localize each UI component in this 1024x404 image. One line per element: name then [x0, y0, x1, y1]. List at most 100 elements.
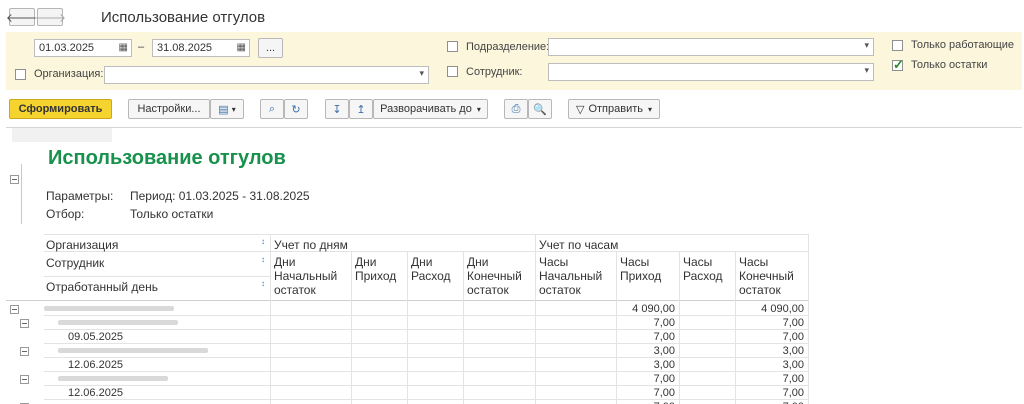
window-title: Использование отгулов: [101, 9, 266, 26]
chevron-down-icon[interactable]: ▾: [864, 40, 869, 51]
column-header[interactable]: Дни Расход: [411, 255, 451, 283]
group-hours: Учет по часам: [539, 238, 619, 252]
row-divider: [44, 357, 808, 358]
hours-end-balance-cell: 7,00: [782, 317, 804, 329]
only-working-checkbox[interactable]: [892, 40, 903, 51]
group-days: Учет по дням: [274, 238, 348, 252]
column-header-line: Расход: [683, 269, 723, 283]
row-divider: [44, 315, 808, 316]
column-header-line: Конечный: [739, 269, 794, 283]
col-employee[interactable]: Сотрудник: [46, 256, 104, 270]
employee-input[interactable]: ▾: [548, 63, 874, 81]
column-header-line: Расход: [411, 269, 451, 283]
send-icon: ▽: [575, 103, 585, 116]
column-header-line: Дни: [355, 255, 377, 269]
hours-end-balance-cell: 7,00: [782, 387, 804, 399]
params-value: Период: 01.03.2025 - 31.08.2025: [130, 189, 310, 203]
organization-input[interactable]: ▾: [104, 66, 429, 84]
generate-button[interactable]: Сформировать: [9, 99, 112, 119]
sort-icon[interactable]: ↕: [261, 279, 265, 288]
variant-button[interactable]: ▤ ▾: [210, 99, 244, 119]
sort-icon: ↧: [332, 103, 342, 116]
sort-icon[interactable]: ↕: [261, 237, 265, 246]
filter-value: Только остатки: [130, 207, 214, 221]
preview-button[interactable]: 🔍: [528, 99, 552, 119]
forward-button[interactable]: 🡒: [33, 8, 67, 26]
back-button[interactable]: 🡐: [6, 8, 38, 26]
settings-button[interactable]: Настройки...: [128, 99, 210, 119]
arrow-right-icon: 🡒: [33, 10, 67, 25]
column-header-line: Начальный: [539, 269, 603, 283]
hours-income-cell: 3,00: [653, 359, 675, 371]
printer-icon: ⎙: [511, 102, 521, 115]
row-divider: [44, 385, 808, 386]
only-remaining-label: Только остатки: [911, 59, 988, 71]
find-next-button[interactable]: ↻: [284, 99, 308, 119]
sort-button[interactable]: ↧: [325, 99, 349, 119]
hours-end-balance-cell: 4 090,00: [761, 303, 804, 315]
group-button[interactable]: ↥: [349, 99, 373, 119]
column-header[interactable]: Часы Начальный остаток: [539, 255, 602, 297]
calendar-icon[interactable]: ▦: [119, 42, 128, 53]
print-button[interactable]: ⎙: [504, 99, 528, 119]
column-header-line: Дни: [467, 255, 489, 269]
hours-income-cell: 7,00: [653, 387, 675, 399]
group-collapse-toggle[interactable]: [20, 347, 29, 356]
worked-day-cell: 12.06.2025: [68, 359, 124, 371]
col-worked-day[interactable]: Отработанный день: [46, 280, 158, 294]
subdivision-checkbox[interactable]: [447, 41, 458, 52]
hours-income-cell: 7,00: [653, 373, 675, 385]
redacted-name: [58, 320, 178, 325]
refresh-search-icon: ↻: [291, 103, 301, 116]
employee-label: Сотрудник:: [466, 66, 523, 78]
column-header[interactable]: Часы Приход: [620, 255, 661, 283]
only-working-label: Только работающие: [911, 39, 1015, 51]
column-header-line: Часы: [739, 255, 769, 269]
period-select-button[interactable]: ...: [258, 38, 283, 58]
chevron-down-icon: ▾: [648, 104, 653, 114]
group-collapse-toggle[interactable]: [20, 375, 29, 384]
column-header-line: остаток: [539, 283, 581, 297]
column-header-line: Приход: [355, 269, 397, 283]
group-collapse-toggle[interactable]: [20, 319, 29, 328]
group-collapse-toggle[interactable]: [10, 305, 19, 314]
date-to-input[interactable]: 31.08.2025 ▦: [152, 39, 250, 57]
send-button[interactable]: ▽ Отправить ▾: [568, 99, 660, 119]
organization-label: Организация:: [34, 68, 104, 80]
column-header-line: Дни: [411, 255, 433, 269]
only-remaining-checkbox[interactable]: [892, 57, 904, 73]
employee-checkbox[interactable]: [447, 66, 458, 77]
expand-to-button[interactable]: Разворачивать до ▾: [373, 99, 488, 119]
hours-income-cell: 7,00: [653, 331, 675, 343]
column-header-line: Конечный: [467, 269, 522, 283]
column-header-line: Часы: [539, 255, 569, 269]
col-organization[interactable]: Организация: [46, 238, 118, 252]
filter-label: Отбор:: [46, 207, 85, 221]
expand-to-label: Разворачивать до: [380, 103, 472, 115]
column-header[interactable]: Часы Расход: [683, 255, 723, 283]
chevron-down-icon[interactable]: ▾: [864, 65, 869, 76]
collapse-toggle[interactable]: [10, 175, 19, 184]
subdivision-input[interactable]: ▾: [548, 38, 874, 56]
column-header[interactable]: Часы Конечный остаток: [739, 255, 794, 297]
hours-income-cell: 7,00: [653, 317, 675, 329]
row-divider: [44, 343, 808, 344]
hours-end-balance-cell: 3,00: [782, 359, 804, 371]
column-header[interactable]: Дни Начальный остаток: [274, 255, 337, 297]
subdivision-label: Подразделение:: [466, 41, 550, 53]
date-from-input[interactable]: 01.03.2025 ▦: [34, 39, 132, 57]
hours-end-balance-cell: 3,00: [782, 345, 804, 357]
chevron-down-icon[interactable]: ▾: [419, 68, 424, 79]
organization-checkbox[interactable]: [15, 69, 26, 80]
column-header-line: остаток: [467, 283, 509, 297]
date-dash: –: [138, 41, 145, 53]
column-header-line: Приход: [620, 269, 662, 283]
report-area[interactable]: Использование отгулов Параметры: Период:…: [6, 127, 1022, 404]
date-to-value: 31.08.2025: [157, 42, 213, 54]
column-header-line: Дни: [274, 255, 296, 269]
column-header[interactable]: Дни Конечный остаток: [467, 255, 522, 297]
sort-icon[interactable]: ↕: [261, 255, 265, 264]
calendar-icon[interactable]: ▦: [237, 42, 246, 53]
column-header[interactable]: Дни Приход: [355, 255, 396, 283]
find-button[interactable]: ⌕: [260, 99, 284, 119]
